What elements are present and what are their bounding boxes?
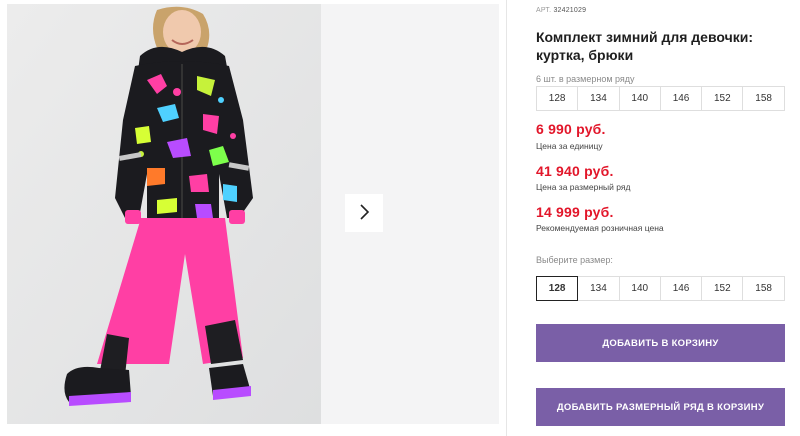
retail-price-label: Рекомендуемая розничная цена: [536, 223, 664, 233]
unit-price-label: Цена за единицу: [536, 141, 603, 151]
next-image-button[interactable]: [345, 194, 383, 232]
column-divider: [506, 0, 507, 436]
size-row-cell: 128: [536, 86, 579, 111]
size-option-128[interactable]: 128: [536, 276, 579, 301]
article-label: АРТ.: [536, 7, 552, 14]
product-gallery: [0, 0, 506, 436]
size-row-cell: 158: [742, 86, 785, 111]
size-option-134[interactable]: 134: [577, 276, 620, 301]
row-price: 41 940 руб.: [536, 163, 614, 179]
size-row-cell: 134: [577, 86, 620, 111]
size-row-grid: 128 134 140 146 152 158: [536, 86, 785, 111]
size-selector: 128 134 140 146 152 158: [536, 276, 785, 301]
size-option-158[interactable]: 158: [742, 276, 785, 301]
size-row-cell: 140: [618, 86, 661, 111]
chevron-right-icon: [357, 203, 371, 224]
size-selector-label: Выберите размер:: [536, 255, 613, 265]
add-size-row-to-cart-button[interactable]: ДОБАВИТЬ РАЗМЕРНЫЙ РЯД В КОРЗИНУ: [536, 388, 785, 426]
size-option-140[interactable]: 140: [618, 276, 661, 301]
size-option-146[interactable]: 146: [659, 276, 703, 301]
row-note: 6 шт. в размерном ряду: [536, 74, 635, 84]
size-row-cell: 146: [659, 86, 703, 111]
size-row-cell: 152: [701, 86, 744, 111]
row-price-label: Цена за размерный ряд: [536, 182, 631, 192]
retail-price: 14 999 руб.: [536, 204, 614, 220]
product-photo[interactable]: [7, 4, 321, 424]
article-value: 32421029: [553, 7, 587, 14]
product-title: Комплект зимний для девочки: куртка, брю…: [536, 29, 753, 63]
add-to-cart-button[interactable]: ДОБАВИТЬ В КОРЗИНУ: [536, 324, 785, 362]
article-number: АРТ. 32421029: [536, 7, 586, 14]
product-image: [7, 4, 321, 424]
size-option-152[interactable]: 152: [701, 276, 744, 301]
unit-price: 6 990 руб.: [536, 121, 606, 137]
